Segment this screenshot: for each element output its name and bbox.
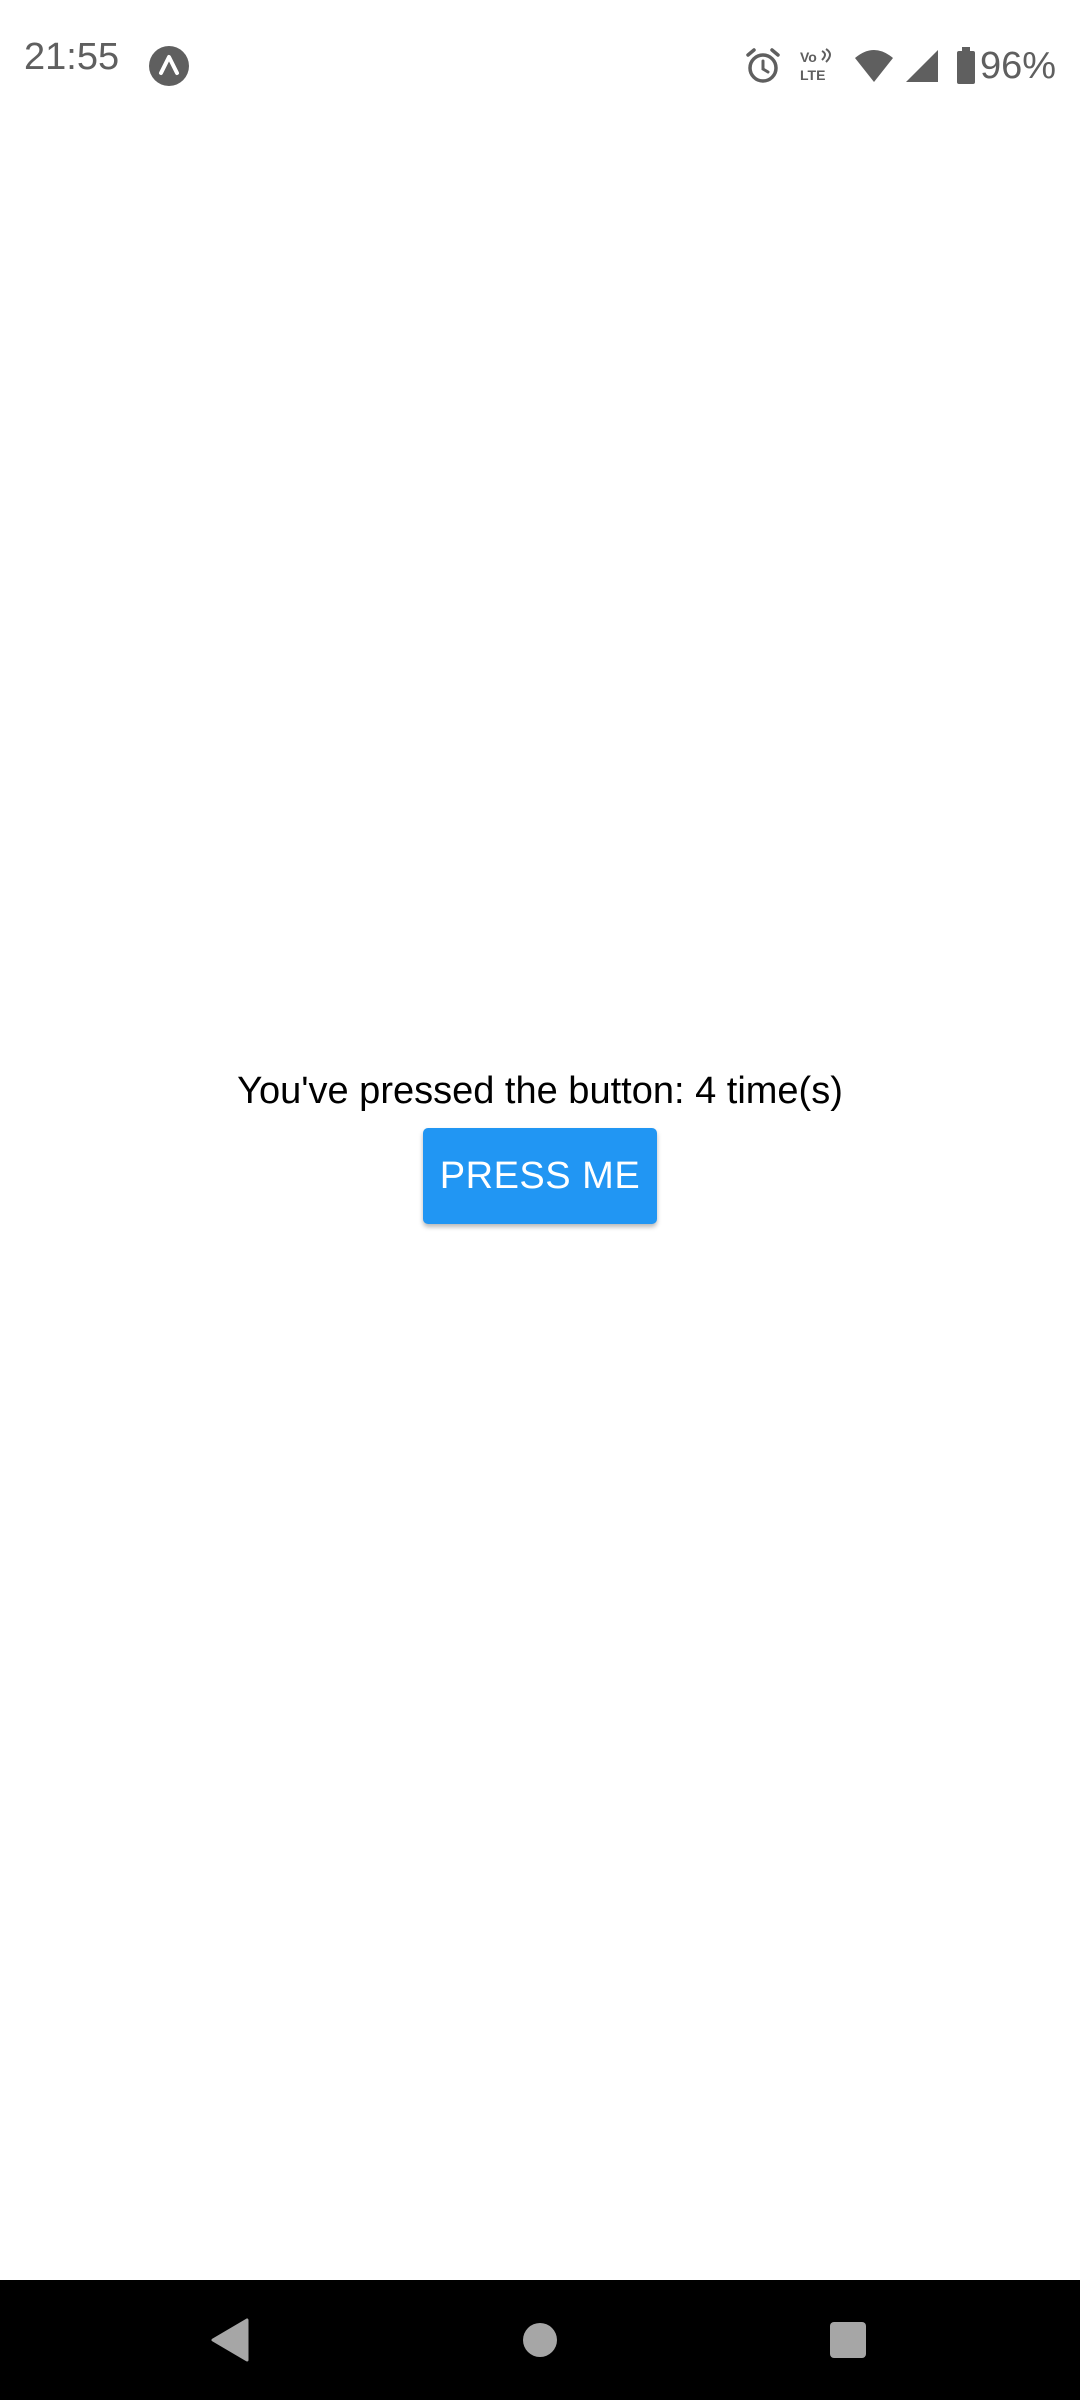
- press-counter-text: You've pressed the button: 4 time(s): [237, 1070, 843, 1112]
- status-icons: Vo LTE 96%: [744, 44, 1056, 88]
- svg-text:Vo: Vo: [800, 49, 817, 65]
- home-button[interactable]: [502, 2302, 578, 2378]
- home-icon: [523, 2323, 557, 2357]
- wifi-icon: [854, 50, 893, 82]
- recents-button[interactable]: [810, 2302, 886, 2378]
- battery-icon: [956, 47, 975, 84]
- status-time: 21:55: [24, 36, 120, 78]
- alarm-icon: [746, 48, 780, 83]
- navigation-bar: [0, 2280, 1080, 2400]
- app-notification-icon: [149, 46, 189, 86]
- recents-icon: [830, 2322, 866, 2358]
- svg-text:LTE: LTE: [800, 67, 825, 83]
- volte-icon: Vo LTE: [800, 48, 831, 83]
- back-icon: [211, 2318, 249, 2362]
- main-content: You've pressed the button: 4 time(s) PRE…: [0, 1060, 1080, 1224]
- app-screen: 21:55 Vo LTE 96% You've pressed the butt…: [0, 0, 1080, 2400]
- battery-percent: 96%: [979, 45, 1056, 87]
- signal-icon: [905, 50, 938, 82]
- status-bar: 21:55 Vo LTE 96%: [0, 0, 1080, 130]
- back-button[interactable]: [192, 2302, 268, 2378]
- press-me-button[interactable]: PRESS ME: [423, 1128, 657, 1224]
